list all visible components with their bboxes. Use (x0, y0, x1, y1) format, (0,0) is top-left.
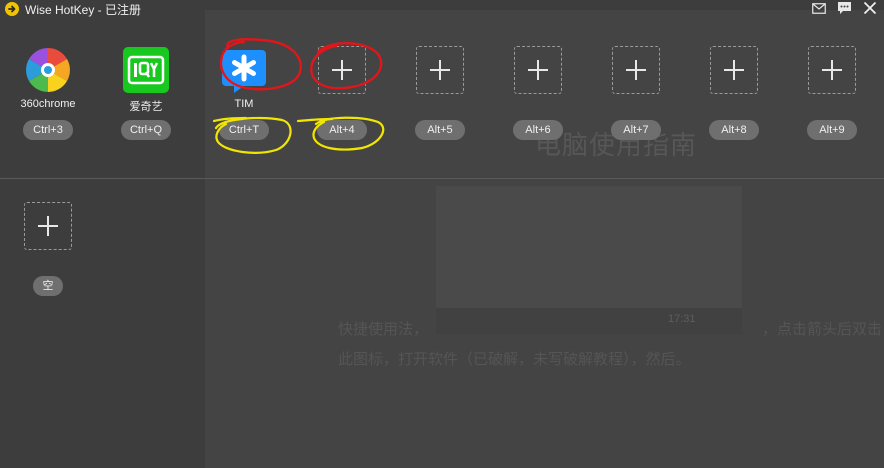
app-logo-icon (5, 2, 19, 16)
app-slot-iqiyi[interactable]: 爱奇艺 Ctrl+Q (106, 44, 186, 144)
hotkey-badge[interactable]: Alt+8 (709, 120, 759, 140)
mail-icon[interactable] (810, 0, 828, 16)
hotkey-badge[interactable]: Ctrl+Q (121, 120, 171, 140)
app-slot-360chrome[interactable]: 360chrome Ctrl+3 (8, 44, 88, 144)
group-label-badge[interactable]: 空 (33, 276, 63, 296)
hotkey-badge[interactable]: Ctrl+T (219, 120, 269, 140)
title-bar: Wise HotKey - 已注册 (0, 0, 884, 18)
add-icon[interactable] (808, 46, 856, 94)
hotkey-badge[interactable]: Alt+5 (415, 120, 465, 140)
app-name: TIM (234, 98, 254, 110)
section-divider (0, 178, 884, 179)
app-slot-tim[interactable]: TIM Ctrl+T (204, 44, 284, 144)
add-icon[interactable] (416, 46, 464, 94)
add-icon[interactable] (612, 46, 660, 94)
empty-slot-alt8[interactable]: Alt+8 (694, 44, 774, 144)
background-paragraph-line1-tail: ，点击箭头后双击 (762, 320, 883, 338)
hotkey-badge[interactable]: Alt+4 (317, 120, 367, 140)
empty-slot-alt5[interactable]: Alt+5 (400, 44, 480, 144)
tim-icon (220, 46, 268, 94)
chat-icon[interactable] (835, 0, 853, 16)
window-title: Wise HotKey - 已注册 (25, 3, 142, 17)
iqiyi-icon (122, 46, 170, 94)
app-name: 爱奇艺 (129, 101, 163, 113)
close-icon[interactable] (860, 0, 880, 16)
add-icon[interactable] (514, 46, 562, 94)
background-clock: 17:31 (668, 313, 696, 325)
360chrome-icon (24, 46, 72, 94)
background-taskbar: 17:31 (436, 308, 742, 334)
empty-slot-alt6[interactable]: Alt+6 (498, 44, 578, 144)
empty-slot-alt7[interactable]: Alt+7 (596, 44, 676, 144)
hotkey-badge[interactable]: Ctrl+3 (23, 120, 73, 140)
hotkey-badge[interactable]: Alt+6 (513, 120, 563, 140)
add-icon[interactable] (24, 202, 72, 250)
add-icon[interactable] (318, 46, 366, 94)
hotkey-badge[interactable]: Alt+7 (611, 120, 661, 140)
group-slot[interactable]: 空 (8, 200, 88, 300)
empty-slot-alt9[interactable]: Alt+9 (792, 44, 872, 144)
app-name: 360chrome (20, 98, 76, 110)
background-paragraph-line2: 此图标，打开软件（已破解，未写破解教程），然后。 (338, 350, 691, 368)
background-paragraph-line1: 快捷使用法， (338, 320, 429, 338)
background-screenshot: 17:31 (436, 186, 742, 334)
empty-slot-alt4[interactable]: Alt+4 (302, 44, 382, 144)
add-icon[interactable] (710, 46, 758, 94)
hotkey-badge[interactable]: Alt+9 (807, 120, 857, 140)
